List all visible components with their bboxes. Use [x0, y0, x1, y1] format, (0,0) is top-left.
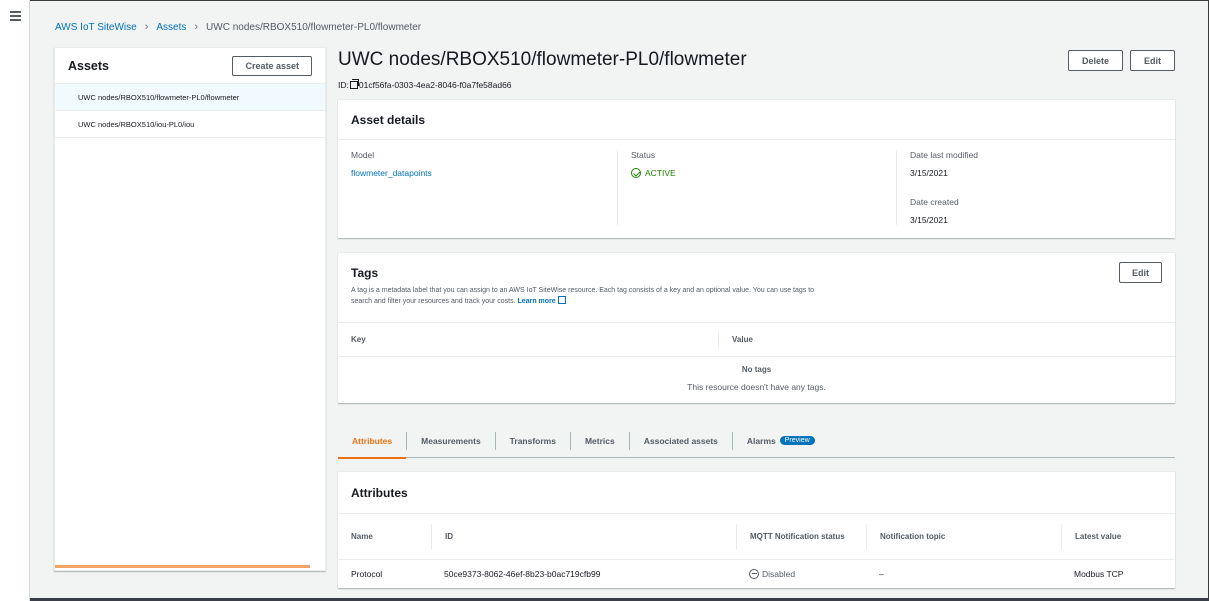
- tab-alarms[interactable]: Alarms Preview: [731, 431, 829, 450]
- create-asset-button[interactable]: Create asset: [232, 55, 312, 76]
- chevron-right-icon: ›: [144, 21, 149, 33]
- attributes-card: Attributes Name ID MQTT Notification sta…: [338, 471, 1175, 588]
- asset-id-value: 01cf56fa-0303-4ea2-8046-f0a7fe58ad66: [358, 80, 512, 90]
- status-value: ACTIVE: [645, 168, 676, 178]
- attr-name: Protocol: [351, 569, 383, 579]
- date-created-value: 3/15/2021: [910, 215, 948, 225]
- assets-panel-title: Assets: [68, 58, 109, 73]
- attr-mqtt-status-value: Disabled: [762, 569, 796, 579]
- asset-id: ID: 01cf56fa-0303-4ea2-8046-f0a7fe58ad66: [338, 79, 512, 90]
- tags-empty-description: This resource doesn't have any tags.: [687, 382, 826, 392]
- attr-latest-value: Modbus TCP: [1074, 569, 1124, 579]
- learn-more-link[interactable]: Learn more: [518, 298, 556, 305]
- edit-button[interactable]: Edit: [1130, 50, 1175, 71]
- attr-col-latest-value[interactable]: Latest value: [1061, 523, 1175, 550]
- assets-panel: Assets Create asset UWC nodes/RBOX510/fl…: [54, 47, 326, 571]
- chevron-right-icon: ›: [194, 21, 199, 33]
- attr-col-notification-topic[interactable]: Notification topic: [866, 523, 1061, 550]
- tab-associated-assets[interactable]: Associated assets: [628, 431, 732, 450]
- model-column: Model flowmeter_datapoints: [338, 150, 617, 225]
- asset-tree-item-flowmeter[interactable]: UWC nodes/RBOX510/flowmeter-PL0/flowmete…: [55, 84, 325, 111]
- asset-tabs: Attributes Measurements Transforms Metri…: [338, 424, 1175, 459]
- preview-badge: Preview: [779, 436, 815, 445]
- model-label: Model: [351, 150, 375, 160]
- tags-empty-title: No tags: [741, 365, 772, 374]
- breadcrumb: AWS IoT SiteWise › Assets › UWC nodes/RB…: [55, 21, 421, 33]
- delete-button[interactable]: Delete: [1067, 50, 1123, 71]
- breadcrumb-assets-link[interactable]: Assets: [156, 22, 186, 33]
- disabled-circle-icon: [749, 569, 759, 579]
- attributes-table-header: Name ID MQTT Notification status Notific…: [338, 514, 1175, 560]
- status-badge: ACTIVE: [631, 168, 883, 178]
- tab-attributes[interactable]: Attributes: [338, 432, 407, 459]
- dates-column: Date last modified 3/15/2021 Date create…: [896, 150, 1175, 225]
- attr-mqtt-status: Disabled: [736, 569, 866, 579]
- tags-description-line2: search and filter your resources and tra…: [351, 298, 516, 305]
- attr-id: 50ce9373-8062-46ef-8b23-b0ac719cfb99: [444, 569, 601, 579]
- side-navigation-rail: [0, 0, 30, 601]
- page-title: UWC nodes/RBOX510/flowmeter-PL0/flowmete…: [338, 49, 747, 70]
- breadcrumb-sitewise-link[interactable]: AWS IoT SiteWise: [55, 22, 137, 33]
- page-actions: Delete Edit: [1067, 50, 1175, 71]
- tags-col-value[interactable]: Value: [719, 335, 753, 344]
- date-modified-value: 3/15/2021: [910, 168, 948, 178]
- tags-table-header: Key Value: [338, 323, 1175, 357]
- tags-description: A tag is a metadata label that you can a…: [351, 285, 891, 307]
- attributes-title: Attributes: [351, 486, 408, 500]
- assets-panel-header: Assets Create asset: [55, 48, 325, 84]
- tags-empty-state: No tags This resource doesn't have any t…: [338, 357, 1175, 392]
- status-column: Status ACTIVE: [617, 150, 896, 225]
- asset-details-card: Asset details Model flowmeter_datapoints…: [338, 99, 1175, 238]
- asset-id-label: ID:: [338, 80, 349, 90]
- tags-description-line1: A tag is a metadata label that you can a…: [351, 287, 815, 294]
- asset-tree-item-iou[interactable]: UWC nodes/RBOX510/iou-PL0/iou: [55, 111, 325, 138]
- tab-alarms-label: Alarms: [746, 435, 776, 446]
- date-created-label: Date created: [910, 197, 959, 207]
- attr-col-id[interactable]: ID: [431, 523, 736, 550]
- tags-col-key[interactable]: Key: [338, 330, 719, 349]
- tab-measurements[interactable]: Measurements: [406, 431, 495, 450]
- menu-icon[interactable]: [10, 11, 21, 21]
- table-row: Protocol 50ce9373-8062-46ef-8b23-b0ac719…: [338, 560, 1175, 588]
- date-modified-label: Date last modified: [910, 150, 979, 160]
- check-circle-icon: [631, 168, 641, 178]
- attr-topic: –: [879, 569, 884, 579]
- horizontal-scrollbar[interactable]: [55, 565, 310, 568]
- tags-edit-button[interactable]: Edit: [1119, 262, 1162, 283]
- attr-col-mqtt-status[interactable]: MQTT Notification status: [736, 523, 866, 550]
- tab-transforms[interactable]: Transforms: [494, 431, 570, 450]
- copy-icon[interactable]: [349, 79, 359, 89]
- asset-details-title: Asset details: [351, 113, 426, 127]
- external-link-icon: [557, 296, 566, 304]
- tags-card: Tags A tag is a metadata label that you …: [338, 252, 1175, 403]
- attr-col-name[interactable]: Name: [338, 532, 431, 541]
- status-label: Status: [631, 150, 656, 160]
- tags-title: Tags: [351, 266, 379, 280]
- tab-metrics[interactable]: Metrics: [569, 431, 629, 450]
- breadcrumb-current: UWC nodes/RBOX510/flowmeter-PL0/flowmete…: [206, 21, 422, 33]
- model-link[interactable]: flowmeter_datapoints: [351, 168, 604, 178]
